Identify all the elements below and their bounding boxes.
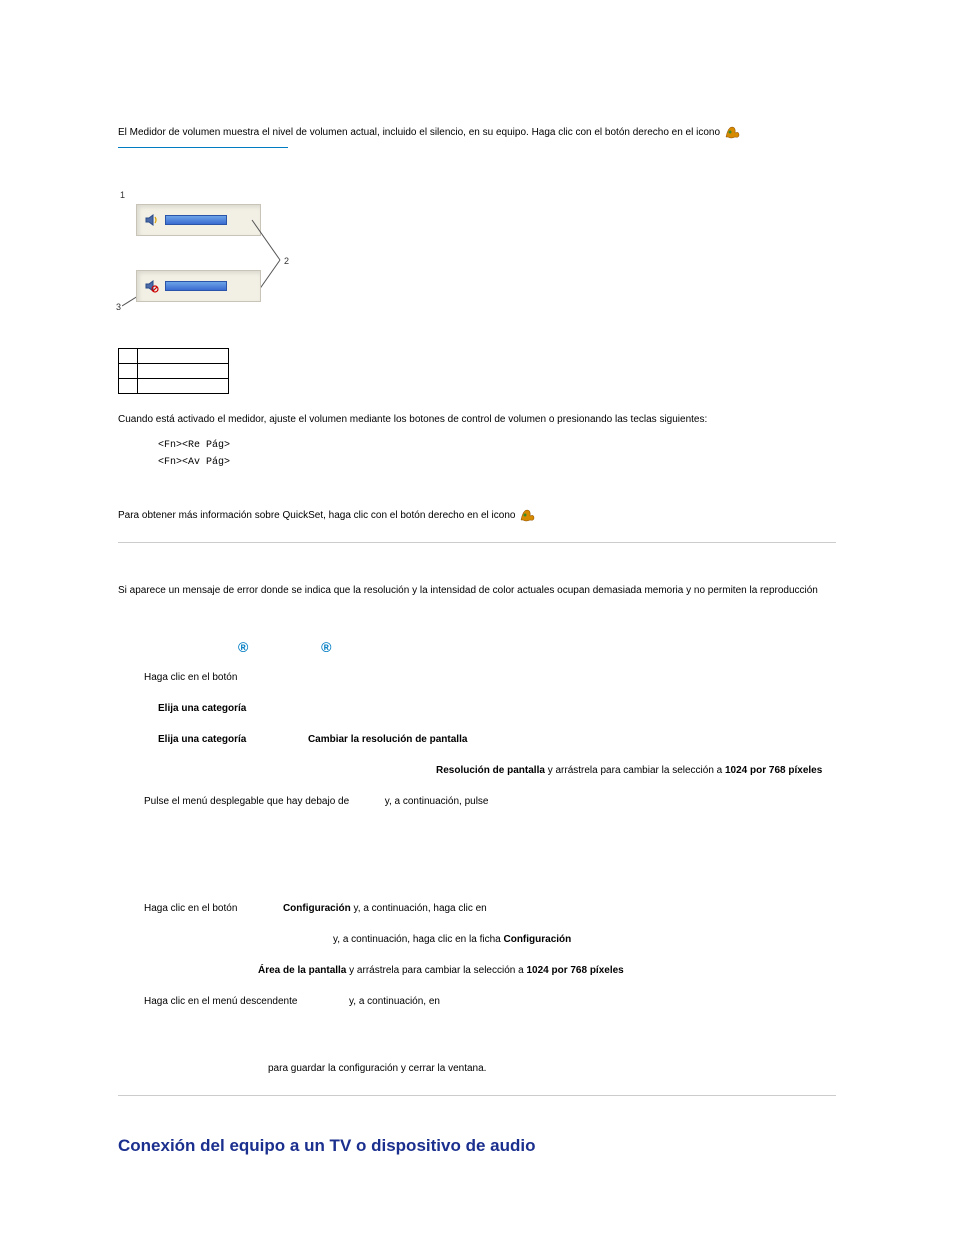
text: y arrástrela para cambiar la selección a [545, 765, 725, 776]
text: Cambiar la resolución de pantalla [308, 734, 468, 745]
text: Configuración [503, 934, 571, 945]
text: 1024 por 768 píxeles [526, 965, 623, 976]
legend-table [118, 348, 229, 394]
speaker-icon [145, 213, 159, 227]
step-final: para guardar la configuración y cerrar l… [118, 1060, 836, 1077]
step-w2k-2: y, a continuación, haga clic en la ficha… [118, 931, 836, 948]
callout-3: 3 [116, 302, 121, 312]
text: Haga clic en el botón [144, 672, 237, 683]
step-xp-1: Haga clic en el botón [118, 669, 836, 686]
text: Haga clic en el botón [144, 903, 240, 914]
volume-panel-muted [136, 270, 261, 302]
text: y, a continuación, haga clic en la ficha [333, 934, 503, 945]
table-cell [138, 349, 229, 364]
text: Área de la pantalla [258, 965, 346, 976]
step-w2k-1: Haga clic en el botón Configuración y, a… [118, 900, 836, 917]
key-combo-1: <Fn><Re Pág> [118, 440, 836, 451]
quickset-icon [725, 125, 741, 139]
speaker-muted-icon [145, 279, 159, 293]
text: Elija una categoría [158, 703, 246, 714]
table-cell [119, 364, 138, 379]
text: y, a continuación, en [349, 996, 440, 1007]
text: Pulse el menú desplegable que hay debajo… [144, 796, 352, 807]
callout-1: 1 [120, 190, 125, 200]
text: Haga clic en el menú descendente [144, 996, 300, 1007]
step-xp-3: Elija una categoría Cambiar la resolució… [118, 731, 836, 748]
section-heading-tv-audio: Conexión del equipo a un TV o dispositiv… [118, 1136, 836, 1156]
table-cell [138, 364, 229, 379]
table-cell [119, 379, 138, 394]
text: para guardar la configuración y cerrar l… [268, 1063, 486, 1074]
text: Elija una categoría [158, 734, 246, 745]
text: y, a continuación, haga clic en [351, 903, 487, 914]
quickset-icon [520, 508, 536, 522]
text: y, a continuación, pulse [385, 796, 489, 807]
volume-bar-muted [165, 281, 227, 291]
volume-bar [165, 215, 227, 225]
text: Configuración [283, 903, 351, 914]
text: El Medidor de volumen muestra el nivel d… [118, 127, 723, 138]
step-xp-4: Resolución de pantalla y arrástrela para… [118, 762, 836, 779]
step-xp-2: Elija una categoría [118, 700, 836, 717]
step-w2k-3: Área de la pantalla y arrástrela para ca… [118, 962, 836, 979]
more-info-text: Para obtener más información sobre Quick… [118, 508, 836, 524]
text: y arrástrela para cambiar la selección a [346, 965, 526, 976]
table-cell [138, 379, 229, 394]
text: Resolución de pantalla [436, 765, 545, 776]
text: 1024 por 768 píxeles [725, 765, 822, 776]
error-resolution-text: Si aparece un mensaje de error donde se … [118, 583, 836, 599]
key-combo-2: <Fn><Av Pág> [118, 457, 836, 468]
registered-symbol: ® [321, 639, 331, 655]
volume-meter-description: El Medidor de volumen muestra el nivel d… [118, 125, 836, 141]
table-cell [119, 349, 138, 364]
divider [118, 1095, 836, 1096]
underline-link-decoration [118, 147, 288, 148]
volume-panel-normal [136, 204, 261, 236]
text: Para obtener más información sobre Quick… [118, 510, 518, 521]
adjust-volume-text: Cuando está activado el medidor, ajuste … [118, 412, 836, 428]
step-w2k-4: Haga clic en el menú descendente y, a co… [118, 993, 836, 1010]
volume-meter-diagram: 1 2 3 [118, 198, 298, 328]
divider [118, 542, 836, 543]
step-xp-5: Pulse el menú desplegable que hay debajo… [118, 793, 836, 810]
registered-symbol: ® [238, 639, 248, 655]
